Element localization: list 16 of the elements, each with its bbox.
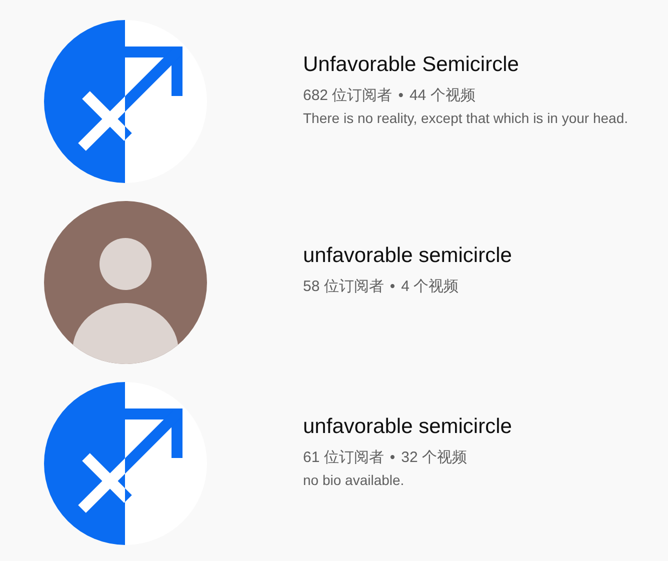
channel-description: no bio available. <box>303 471 406 490</box>
separator-dot: • <box>398 86 404 106</box>
subscriber-count: 61 位订阅者 <box>303 448 384 468</box>
separator-dot: • <box>390 448 396 468</box>
subscriber-count: 58 位订阅者 <box>303 277 384 297</box>
separator-dot: • <box>390 277 396 297</box>
video-count: 32 个视频 <box>401 448 467 468</box>
video-count: 44 个视频 <box>409 86 476 106</box>
channel-name[interactable]: unfavorable semicircle <box>303 414 512 440</box>
channel-description: There is no reality, except that which is in your head. <box>303 109 628 128</box>
avatar-icon <box>44 20 207 183</box>
subscriber-count: 682 位订阅者 <box>303 86 392 106</box>
video-count: 4 个视频 <box>401 277 459 297</box>
avatar-icon <box>44 382 207 545</box>
channel-name[interactable]: unfavorable semicircle <box>303 243 512 269</box>
channel-name[interactable]: Unfavorable Semicircle <box>303 52 628 78</box>
